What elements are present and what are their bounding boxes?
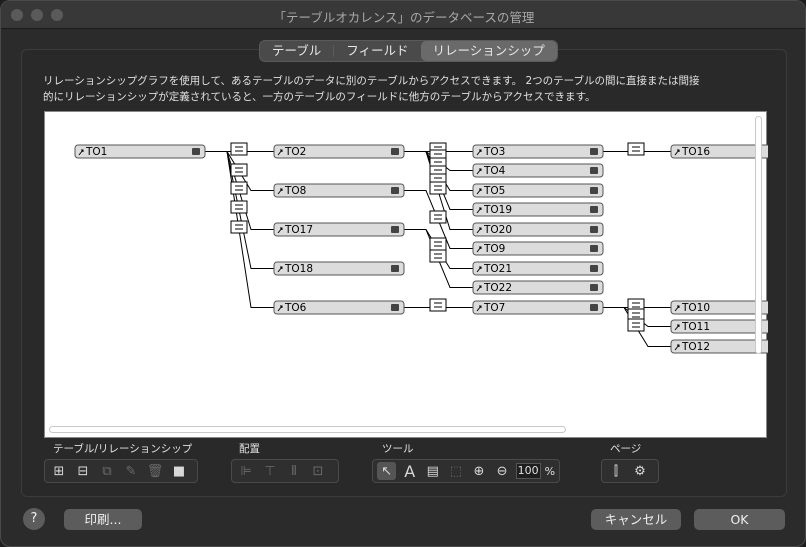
help-button[interactable]: ? xyxy=(23,508,45,530)
note-icon[interactable]: ■ xyxy=(169,462,189,480)
relationship-operator-icon[interactable] xyxy=(627,142,645,156)
relationship-graph-canvas[interactable]: TO1 TO2 TO8 TO17 TO18 TO6 TO3 TO4 TO5 TO19 TO20 TO9… xyxy=(45,112,768,439)
description-text: リレーションシップグラフを使用して、あるテーブルのデータに別のテーブルからアクセ… xyxy=(43,73,763,105)
page-tools-group: ⫿ ⚙ xyxy=(601,459,659,483)
collapse-toggle-icon[interactable] xyxy=(391,226,399,233)
collapse-toggle-icon[interactable] xyxy=(192,148,200,155)
page-setup-icon[interactable]: ⚙ xyxy=(630,462,650,480)
table-occurrence-label: TO7 xyxy=(483,302,505,314)
relationship-operator-icon[interactable] xyxy=(230,181,248,195)
table-occurrence-label: TO17 xyxy=(284,224,313,236)
table-occurrence-label: TO20 xyxy=(483,224,512,236)
table-occurrence-label: TO6 xyxy=(284,302,307,314)
table-occurrence-label: TO3 xyxy=(483,146,505,158)
show-fields-icon[interactable]: ▤ xyxy=(423,462,442,480)
table-occurrence-label: TO2 xyxy=(284,146,306,158)
collapse-toggle-icon[interactable] xyxy=(590,245,598,252)
zoom-unit: % xyxy=(544,464,556,478)
ok-button[interactable]: OK xyxy=(694,509,785,530)
pointer-icon[interactable]: ↖ xyxy=(377,462,397,480)
collapse-toggle-icon[interactable] xyxy=(590,265,598,272)
table-occurrence-label: TO4 xyxy=(483,165,506,177)
collapse-toggle-icon[interactable] xyxy=(590,167,598,174)
group-label-arrange: 配置 xyxy=(239,443,260,455)
print-button[interactable]: 印刷... xyxy=(64,509,142,530)
add-relationship-icon[interactable]: ⊟ xyxy=(73,462,93,480)
description-line-2: 的にリレーションシップが定義されていると、一方のテーブルのフィールドに他方のテー… xyxy=(43,91,596,103)
collapse-toggle-icon[interactable] xyxy=(590,284,598,291)
group-label-tables: テーブル/リレーションシップ xyxy=(53,443,193,455)
relationship-operator-icon[interactable] xyxy=(230,220,248,234)
table-occurrence-label: TO5 xyxy=(483,185,505,197)
description-line-1: リレーションシップグラフを使用して、あるテーブルのデータに別のテーブルからアクセ… xyxy=(43,75,700,87)
table-occurrence-label: TO10 xyxy=(681,302,710,314)
tab-tables[interactable]: テーブル xyxy=(260,41,333,61)
distribute-icon[interactable]: ⫴ xyxy=(284,462,304,480)
collapse-toggle-icon[interactable] xyxy=(590,226,598,233)
graph-vertical-scrollbar[interactable] xyxy=(755,116,762,354)
tab-fields[interactable]: フィールド xyxy=(334,41,420,61)
collapse-toggle-icon[interactable] xyxy=(590,187,598,194)
resize-icon[interactable]: ⊡ xyxy=(308,462,328,480)
tab-relationships[interactable]: リレーションシップ xyxy=(420,41,557,61)
edit-icon[interactable]: ✎ xyxy=(121,462,141,480)
collapse-toggle-icon[interactable] xyxy=(590,148,598,155)
table-occurrence-label: TO18 xyxy=(284,263,313,275)
add-table-icon[interactable]: ⊞ xyxy=(49,462,69,480)
select-related-icon[interactable]: ⬚ xyxy=(446,462,465,480)
group-label-page: ページ xyxy=(610,443,642,455)
relationship-operator-icon[interactable] xyxy=(627,318,645,332)
title-bar: 「テーブルオカレンス」のデータベースの管理 xyxy=(1,1,805,29)
collapse-toggle-icon[interactable] xyxy=(391,265,399,272)
table-occurrence-label: TO19 xyxy=(483,204,512,216)
zoom-out-icon[interactable]: ⊖ xyxy=(493,462,512,480)
relationship-operator-icon[interactable] xyxy=(230,163,248,177)
relationship-operator-icon[interactable] xyxy=(230,200,248,214)
relationship-graph[interactable]: TO1 TO2 TO8 TO17 TO18 TO6 TO3 TO4 TO5 TO19 TO20 TO9… xyxy=(44,111,768,439)
cancel-button[interactable]: キャンセル xyxy=(591,509,681,530)
view-tools-group: ↖ A ▤ ⬚ ⊕ ⊖ 100 % xyxy=(372,459,560,483)
arrange-tools-group: ⊫ ⊤ ⫴ ⊡ xyxy=(231,459,339,483)
group-label-tools: ツール xyxy=(382,443,414,455)
delete-icon[interactable]: 🗑 xyxy=(145,462,165,480)
align-top-icon[interactable]: ⊤ xyxy=(260,462,280,480)
zoom-in-icon[interactable]: ⊕ xyxy=(469,462,488,480)
relationship-operator-icon[interactable] xyxy=(429,237,447,251)
collapse-toggle-icon[interactable] xyxy=(391,148,399,155)
align-left-icon[interactable]: ⊫ xyxy=(236,462,256,480)
table-occurrence-label: TO8 xyxy=(284,185,306,197)
manage-database-window: 「テーブルオカレンス」のデータベースの管理 テーブル フィールド リレーションシ… xyxy=(0,0,806,547)
table-occurrence-label: TO9 xyxy=(483,243,505,255)
table-occurrence-label: TO12 xyxy=(681,341,710,353)
collapse-toggle-icon[interactable] xyxy=(391,187,399,194)
table-occurrence-label: TO16 xyxy=(681,146,710,158)
relationship-operator-icon[interactable] xyxy=(429,298,447,312)
text-tool-icon[interactable]: A xyxy=(400,462,419,481)
duplicate-icon[interactable]: ⧉ xyxy=(97,462,117,480)
relationship-operator-icon[interactable] xyxy=(429,181,447,195)
collapse-toggle-icon[interactable] xyxy=(590,206,598,213)
relationship-operator-icon[interactable] xyxy=(429,249,447,263)
window-title: 「テーブルオカレンス」のデータベースの管理 xyxy=(273,10,535,25)
table-occurrence-label: TO21 xyxy=(483,263,512,275)
collapse-toggle-icon[interactable] xyxy=(590,304,598,311)
tab-bar: テーブル フィールド リレーションシップ xyxy=(259,40,558,62)
relationship-operator-icon[interactable] xyxy=(429,210,447,224)
graph-horizontal-scrollbar[interactable] xyxy=(49,426,566,433)
table-tools-group: ⊞ ⊟ ⧉ ✎ 🗑 ■ xyxy=(44,459,198,483)
table-occurrence-label: TO1 xyxy=(85,146,107,158)
collapse-toggle-icon[interactable] xyxy=(391,304,399,311)
table-occurrence-label: TO22 xyxy=(483,282,512,294)
zoom-input[interactable]: 100 xyxy=(515,463,541,479)
relationship-operator-icon[interactable] xyxy=(230,142,248,156)
table-occurrence-label: TO11 xyxy=(681,321,710,333)
page-breaks-icon[interactable]: ⫿ xyxy=(606,462,626,480)
